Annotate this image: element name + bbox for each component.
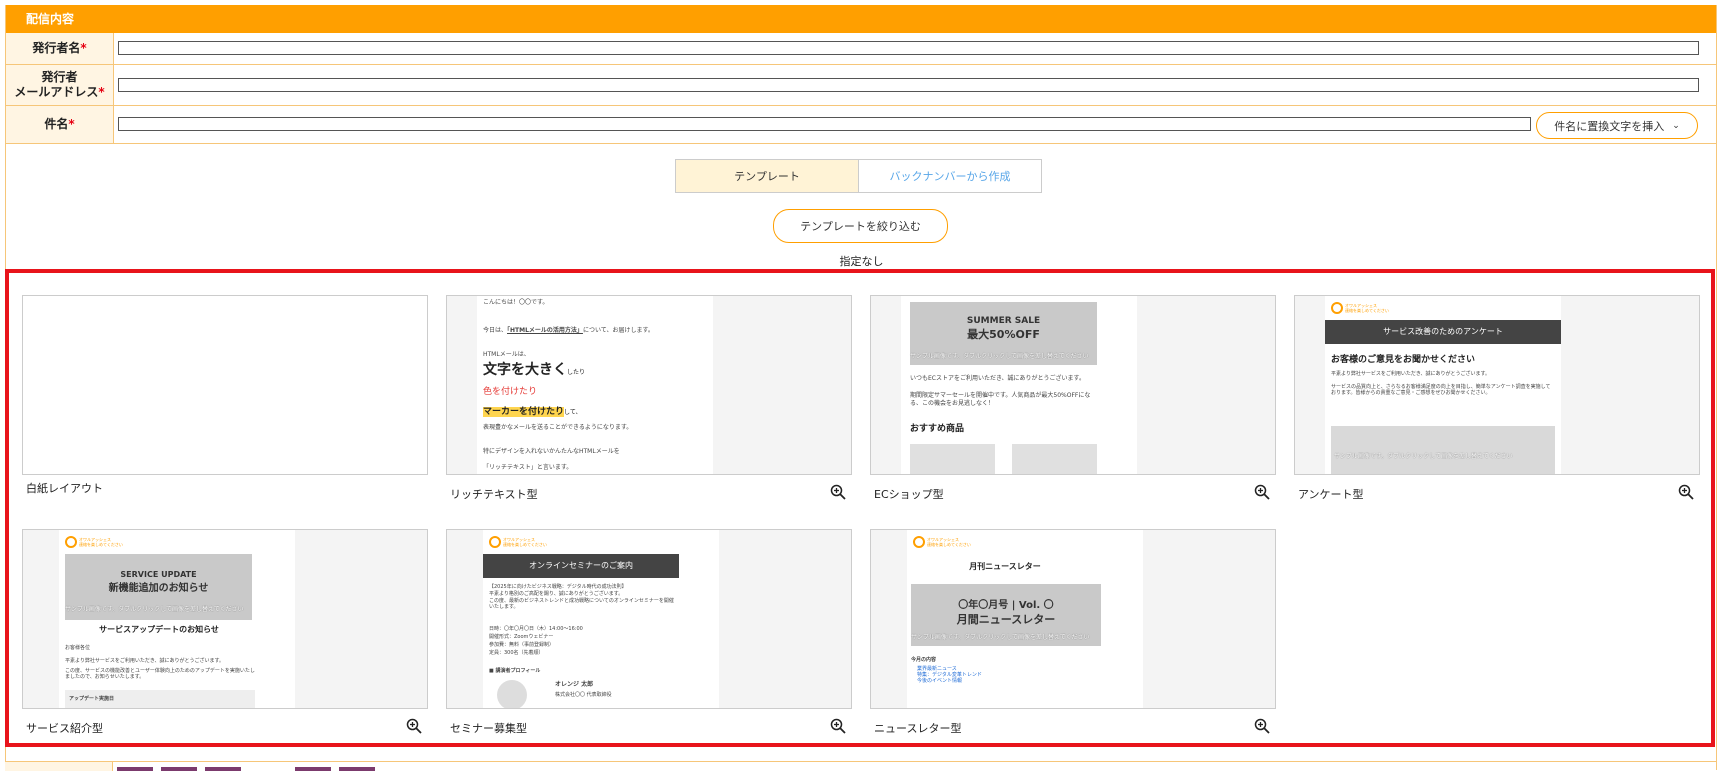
subject-input[interactable] (118, 117, 1531, 131)
template-card-blank[interactable]: 白紙レイアウト (22, 295, 428, 505)
subject-row: 件名 * 件名に置換文字を挿入 ⌄ (6, 106, 1716, 144)
sender-name-label: 発行者名 * (6, 33, 114, 64)
template-card-seminar[interactable]: オワルアッシェス 連絡を楽しめてください オンラインセミナーのご案内 【2025年… (446, 529, 852, 739)
template-thumbnail[interactable]: オワルアッシェス 連絡を楽しめてください 月刊ニュースレター 〇年〇月号 | Vo… (870, 529, 1276, 709)
template-card-rich-text[interactable]: こんにちは！〇〇です。 今日は、「HTMLメールの活用方法」について、お届けしま… (446, 295, 852, 505)
template-thumbnail[interactable]: オワルアッシェス 連絡を楽しめてください オンラインセミナーのご案内 【2025年… (446, 529, 852, 709)
template-label: ニュースレター型 (874, 722, 962, 735)
zoom-in-icon[interactable] (1678, 484, 1694, 500)
filter-status: 指定なし (839, 255, 884, 268)
template-label: リッチテキスト型 (450, 488, 538, 501)
zoom-in-icon[interactable] (1254, 484, 1270, 500)
brand-logo-icon (913, 536, 925, 548)
avatar (497, 680, 527, 708)
brand-logo-icon (489, 536, 501, 548)
template-label: セミナー募集型 (450, 722, 527, 735)
zoom-in-icon[interactable] (1254, 718, 1270, 734)
sender-email-input[interactable] (118, 78, 1699, 92)
template-label: アンケート型 (1298, 488, 1364, 501)
chevron-down-icon: ⌄ (1672, 120, 1680, 131)
sender-name-input[interactable] (118, 41, 1699, 55)
brand-logo-icon (65, 536, 77, 548)
tab-template[interactable]: テンプレート (676, 160, 859, 192)
tab-backnumber[interactable]: バックナンバーから作成 (859, 160, 1041, 192)
insert-placeholder-button[interactable]: 件名に置換文字を挿入 ⌄ (1536, 112, 1698, 139)
zoom-in-icon[interactable] (830, 718, 846, 734)
zoom-in-icon[interactable] (830, 484, 846, 500)
template-source-tabs: テンプレート バックナンバーから作成 (675, 159, 1042, 193)
template-thumbnail[interactable]: オワルアッシェス 連絡を楽しめてください SERVICE UPDATE 新機能追加… (22, 529, 428, 709)
template-thumbnail[interactable]: オワルアッシェス 連絡を楽しめてください サービス改善のためのアンケート お客様の… (1294, 295, 1700, 475)
template-thumbnail[interactable]: こんにちは！〇〇です。 今日は、「HTMLメールの活用方法」について、お届けしま… (446, 295, 852, 475)
template-grid: 白紙レイアウト こんにちは！〇〇です。 今日は、「HTMLメールの活用方法」につ… (5, 269, 1715, 747)
template-card-survey[interactable]: オワルアッシェス 連絡を楽しめてください サービス改善のためのアンケート お客様の… (1294, 295, 1700, 505)
template-card-ec-shop[interactable]: SUMMER SALE 最大50%OFF サンプル画像です。ダブルクリックして画… (870, 295, 1276, 505)
subject-label: 件名 * (6, 106, 114, 143)
template-label: サービス紹介型 (26, 722, 103, 735)
template-thumbnail[interactable] (22, 295, 428, 475)
template-label: ECショップ型 (874, 488, 944, 501)
template-thumbnail[interactable]: SUMMER SALE 最大50%OFF サンプル画像です。ダブルクリックして画… (870, 295, 1276, 475)
sender-name-row: 発行者名 * (6, 33, 1716, 65)
filter-templates-button[interactable]: テンプレートを絞り込む (773, 209, 948, 243)
brand-logo-icon (1331, 302, 1343, 314)
template-card-service-intro[interactable]: オワルアッシェス 連絡を楽しめてください SERVICE UPDATE 新機能追加… (22, 529, 428, 739)
sender-email-row: 発行者 メールアドレス* (6, 65, 1716, 106)
next-form-row (5, 761, 1717, 771)
template-card-newsletter[interactable]: オワルアッシェス 連絡を楽しめてください 月刊ニュースレター 〇年〇月号 | Vo… (870, 529, 1276, 739)
section-header: 配信内容 (6, 5, 1716, 33)
sender-email-label: 発行者 メールアドレス* (6, 65, 114, 105)
template-label: 白紙レイアウト (26, 482, 103, 495)
zoom-in-icon[interactable] (406, 718, 422, 734)
